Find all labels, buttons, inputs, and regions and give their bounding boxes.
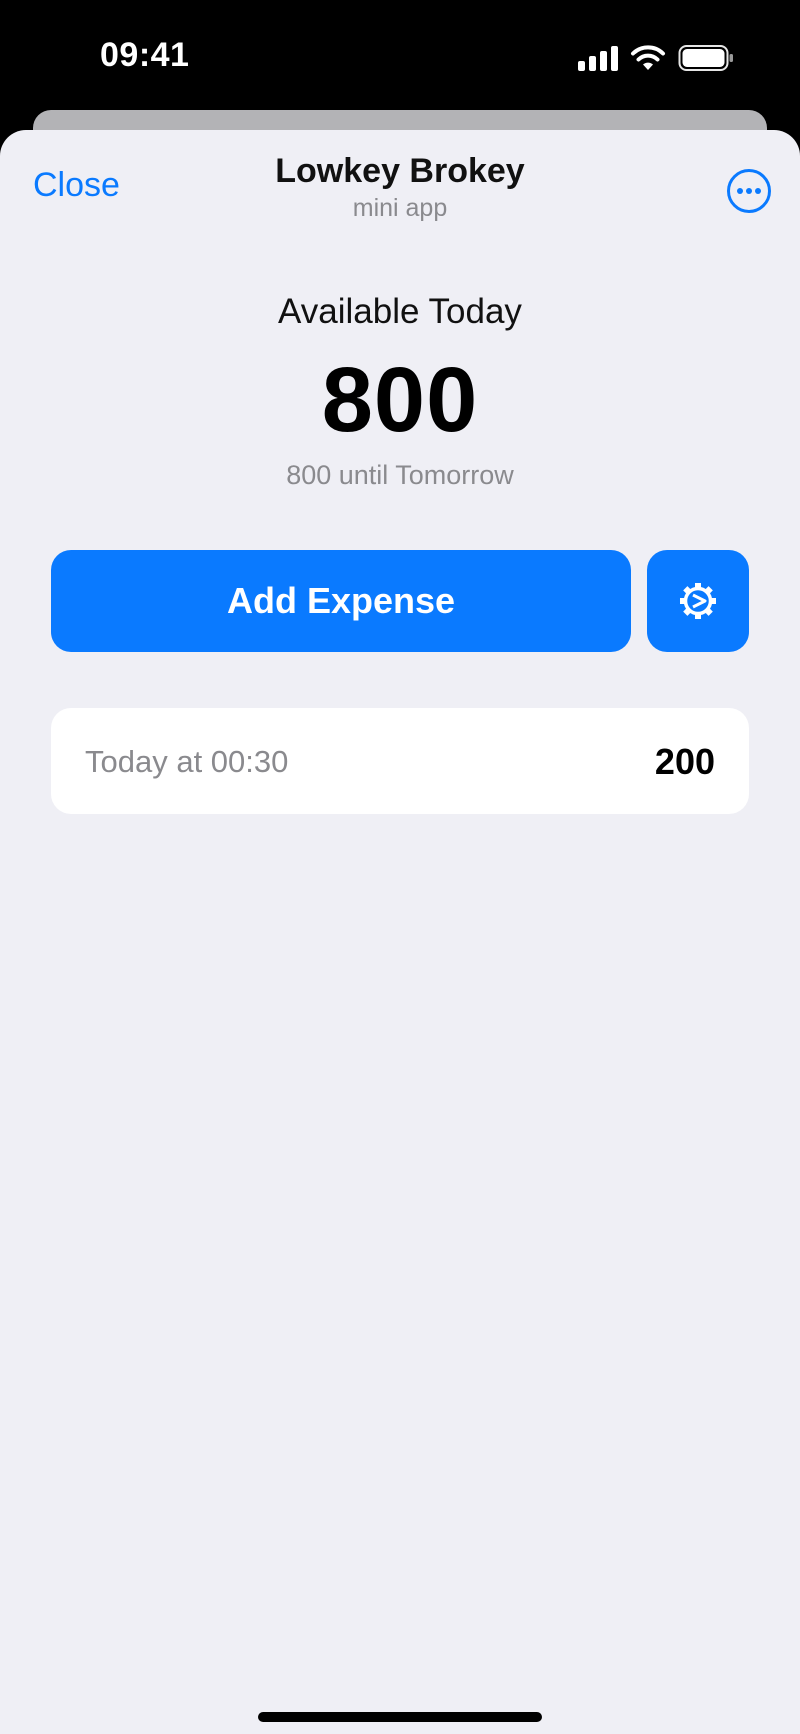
ellipsis-circle-icon bbox=[727, 169, 771, 213]
add-expense-label: Add Expense bbox=[226, 580, 456, 621]
available-amount: 800 bbox=[321, 349, 479, 451]
add-expense-button[interactable]: Add Expense bbox=[51, 550, 631, 652]
settings-button[interactable] bbox=[647, 550, 749, 652]
until-tomorrow-note: 800 until Tomorrow bbox=[286, 460, 514, 490]
status-icons bbox=[578, 44, 734, 72]
expense-list-item[interactable]: Today at 00:30 200 bbox=[51, 708, 749, 814]
status-time: 09:41 bbox=[100, 36, 190, 74]
expense-date: Today at 00:30 bbox=[85, 744, 289, 779]
app-title: Lowkey Brokey bbox=[275, 152, 525, 190]
gear-icon bbox=[680, 583, 716, 619]
expense-amount: 200 bbox=[654, 741, 715, 782]
cellular-signal-icon bbox=[578, 45, 618, 71]
available-today-label: Available Today bbox=[278, 292, 522, 331]
app-subtitle: mini app bbox=[352, 194, 448, 222]
status-bar: 09:41 bbox=[0, 0, 800, 112]
battery-icon bbox=[678, 45, 733, 71]
wifi-icon bbox=[631, 45, 665, 70]
home-indicator bbox=[258, 1712, 542, 1722]
mini-app-sheet: Close Lowkey Brokey mini app Available T… bbox=[0, 130, 800, 1734]
more-button[interactable] bbox=[726, 168, 772, 214]
